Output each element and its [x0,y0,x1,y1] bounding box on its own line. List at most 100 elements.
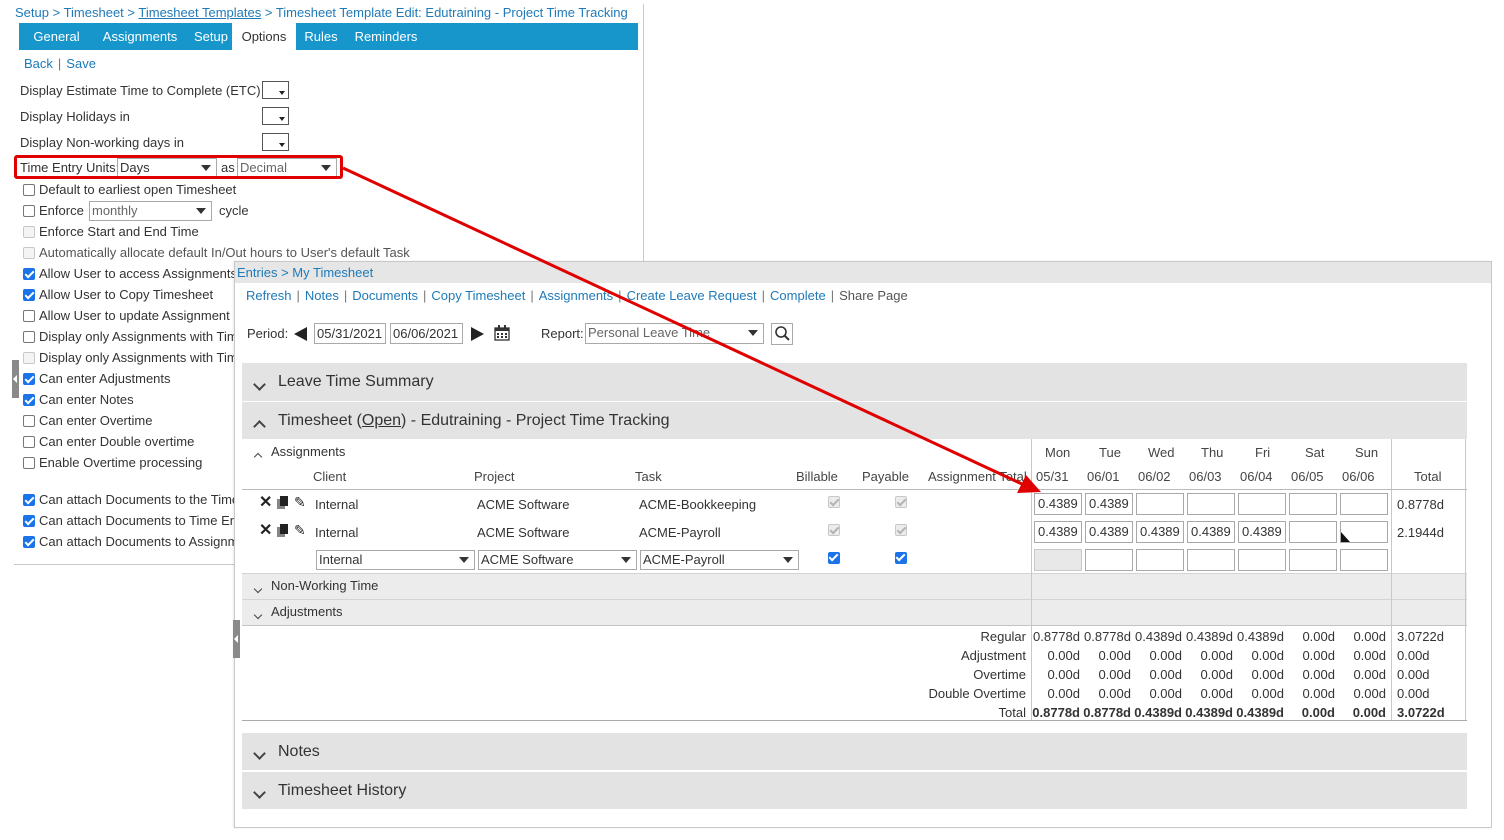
row1-thu-input[interactable] [1187,493,1235,515]
search-report-icon[interactable] [771,323,793,345]
row2-tue-input[interactable]: 0.4389 [1085,521,1133,543]
copy-timesheet-link[interactable]: Copy Timesheet [431,288,525,303]
holidays-select[interactable] [262,107,289,125]
breadcrumb-timesheet[interactable]: Timesheet [64,5,124,20]
timesheet-history-section[interactable]: Timesheet History [242,772,1467,809]
day-date-fri: 06/04 [1240,469,1273,484]
new-sat-input[interactable] [1289,549,1337,571]
summary-row-total: 3.0722d [1397,705,1445,720]
option-checkbox-5[interactable] [23,289,35,301]
row1-wed-input[interactable] [1136,493,1184,515]
tab-reminders[interactable]: Reminders [346,23,426,50]
nonworking-time-row[interactable] [242,573,1467,599]
summary-row-total: 0.00d [1397,667,1430,682]
complete-link[interactable]: Complete [770,288,826,303]
period-start-input[interactable]: 05/31/2021 [314,323,386,344]
option-checkbox-7[interactable] [23,331,35,343]
tab-setup[interactable]: Setup [186,23,236,50]
option-checkbox-15[interactable] [23,515,35,527]
summary-value: 0.00d [1200,667,1233,682]
tab-assignments[interactable]: Assignments [94,23,186,50]
option-checkbox-10[interactable] [23,394,35,406]
assignments-link[interactable]: Assignments [539,288,613,303]
new-project-select[interactable]: ACME Software [478,550,637,570]
col-total: Total [1414,469,1442,484]
new-payable-checkbox[interactable] [895,552,907,564]
summary-value: 0.4389d [1237,629,1284,644]
enforce-cycle-select[interactable]: monthly [89,201,212,221]
row1-mon-input[interactable]: 0.4389 [1034,493,1082,515]
tab-general[interactable]: General [19,23,94,50]
option-checkbox-11[interactable] [23,415,35,427]
option-checkbox-14[interactable] [23,494,35,506]
next-period-icon[interactable] [471,327,484,341]
breadcrumb-templates[interactable]: Timesheet Templates [138,5,261,20]
edit-row-icon[interactable]: ✎ [294,523,306,537]
row2-sat-input[interactable] [1289,521,1337,543]
new-fri-input[interactable] [1238,549,1286,571]
row2-wed-input[interactable]: 0.4389 [1136,521,1184,543]
breadcrumb-setup[interactable]: Setup [15,5,49,20]
option-checkbox-12[interactable] [23,436,35,448]
option-checkbox-2[interactable] [23,226,35,238]
collapse-handle[interactable] [233,620,240,658]
adjustments-row[interactable] [242,599,1467,626]
notes-link[interactable]: Notes [305,288,339,303]
row1-sat-input[interactable] [1289,493,1337,515]
timesheet-status-link[interactable]: Open [362,412,401,429]
row2-task: ACME-Payroll [639,525,721,540]
new-sun-input[interactable] [1340,549,1388,571]
previous-period-icon[interactable] [294,327,307,341]
option-checkbox-1[interactable] [23,205,35,217]
back-link[interactable]: Back [24,56,53,71]
report-select[interactable]: Personal Leave Time [585,323,764,344]
timesheet-section[interactable]: Timesheet (Open) - Edutraining - Project… [242,402,1467,439]
assignments-group-label[interactable]: Assignments [271,444,345,459]
create-leave-request-link[interactable]: Create Leave Request [627,288,757,303]
copy-row-icon[interactable] [277,524,288,537]
documents-link[interactable]: Documents [352,288,418,303]
chevron-down-icon [253,606,263,621]
option-checkbox-4[interactable] [23,268,35,280]
row2-thu-input[interactable]: 0.4389 [1187,521,1235,543]
new-thu-input[interactable] [1187,549,1235,571]
collapse-handle[interactable] [12,360,19,398]
period-end-input[interactable]: 06/06/2021 [390,323,463,344]
save-link[interactable]: Save [66,56,96,71]
row1-fri-input[interactable] [1238,493,1286,515]
refresh-link[interactable]: Refresh [246,288,292,303]
tab-rules[interactable]: Rules [296,23,346,50]
entries-breadcrumb[interactable]: Entries > My Timesheet [237,265,373,280]
new-wed-input[interactable] [1136,549,1184,571]
row2-mon-input[interactable]: 0.4389 [1034,521,1082,543]
new-task-select[interactable]: ACME-Payroll [640,550,799,570]
tab-options[interactable]: Options [232,23,296,50]
day-name-thu: Thu [1201,445,1224,460]
new-tue-input[interactable] [1085,549,1133,571]
option-checkbox-16[interactable] [23,536,35,548]
summary-value: 0.8778d [1033,629,1080,644]
new-client-select[interactable]: Internal [316,550,475,570]
edit-row-icon[interactable]: ✎ [294,495,306,509]
option-checkbox-13[interactable] [23,457,35,469]
leave-summary-section[interactable]: Leave Time Summary [242,363,1467,401]
calendar-icon[interactable] [494,325,510,341]
etc-select[interactable] [262,81,289,99]
delete-row-icon[interactable]: ✕ [259,495,272,511]
option-label-8: Display only Assignments with Tim [39,350,238,365]
option-checkbox-6[interactable] [23,310,35,322]
new-billable-checkbox[interactable] [828,552,840,564]
summary-value: 0.00d [1098,648,1131,663]
row1-tue-input[interactable]: 0.4389 [1085,493,1133,515]
delete-row-icon[interactable]: ✕ [259,523,272,539]
notes-section[interactable]: Notes [242,733,1467,770]
copy-row-icon[interactable] [277,496,288,509]
row1-sun-input[interactable] [1340,493,1388,515]
option-checkbox-9[interactable] [23,373,35,385]
option-checkbox-0[interactable] [23,184,35,196]
summary-value: 0.00d [1302,686,1335,701]
summary-value: 0.00d [1149,686,1182,701]
row2-fri-input[interactable]: 0.4389 [1238,521,1286,543]
nonworking-select[interactable] [262,133,289,151]
summary-overtime-label: Overtime [973,667,1026,682]
